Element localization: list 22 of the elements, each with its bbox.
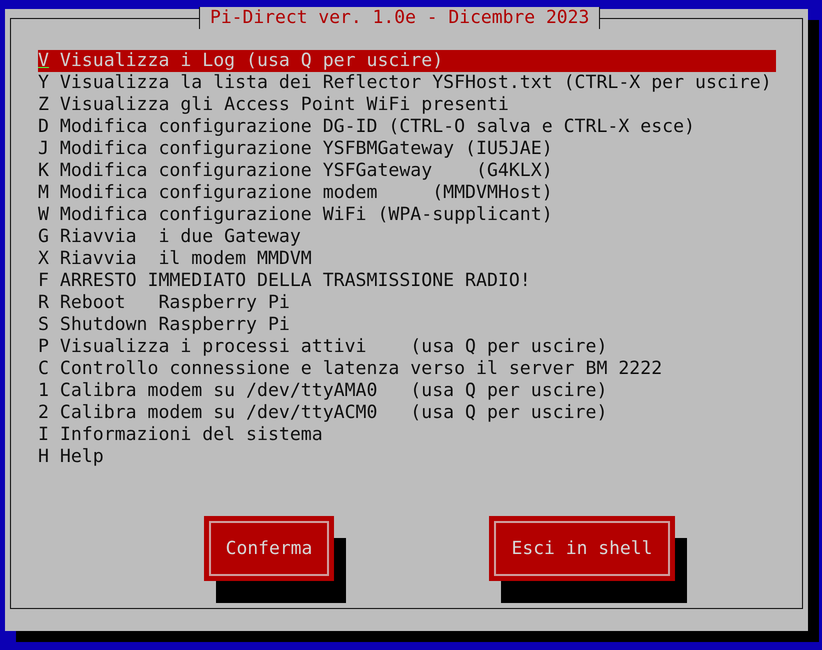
dialog-button[interactable]: Conferma	[204, 516, 334, 581]
menu-item[interactable]: J Modifica configurazione YSFBMGateway (IU5JAE)	[38, 138, 776, 160]
menu-item[interactable]: P Visualizza i processi attivi (usa Q per uscire)	[38, 336, 776, 358]
menu-item[interactable]: D Modifica configurazione DG-ID (CTRL-O salva e CTRL-X esce)	[38, 116, 776, 138]
menu-item[interactable]: 1 Calibra modem su /dev/ttyAMA0 (usa Q per uscire)	[38, 380, 776, 402]
menu-item[interactable]: R Reboot Raspberry Pi	[38, 292, 776, 314]
menu-item[interactable]: X Riavvia il modem MMDVM	[38, 248, 776, 270]
menu-item[interactable]: W Modifica configurazione WiFi (WPA-supplicant)	[38, 204, 776, 226]
menu-item[interactable]: F ARRESTO IMMEDIATO DELLA TRASMISSIONE RADIO!	[38, 270, 776, 292]
menu-item[interactable]: K Modifica configurazione YSFGateway (G4KLX)	[38, 160, 776, 182]
menu-item[interactable]: I Informazioni del sistema	[38, 424, 776, 446]
menu-item[interactable]: M Modifica configurazione modem (MMDVMHost)	[38, 182, 776, 204]
menu-item[interactable]: V Visualizza i Log (usa Q per uscire)	[38, 50, 776, 72]
menu-item[interactable]: G Riavvia i due Gateway	[38, 226, 776, 248]
menu-item[interactable]: S Shutdown Raspberry Pi	[38, 314, 776, 336]
menu-item[interactable]: C Controllo connessione e latenza verso il server BM 2222	[38, 358, 776, 380]
menu-item[interactable]: 2 Calibra modem su /dev/ttyACM0 (usa Q per uscire)	[38, 402, 776, 424]
menu-item[interactable]: Z Visualizza gli Access Point WiFi presenti	[38, 94, 776, 116]
menu-item[interactable]: Y Visualizza la lista dei Reflector YSFHost.txt (CTRL-X per uscire)	[38, 72, 776, 94]
dialog-title: Pi-Direct ver. 1.0e - Dicembre 2023	[199, 7, 600, 29]
menu-item[interactable]: H Help	[38, 446, 776, 468]
dialog-button[interactable]: Esci in shell	[489, 516, 675, 581]
